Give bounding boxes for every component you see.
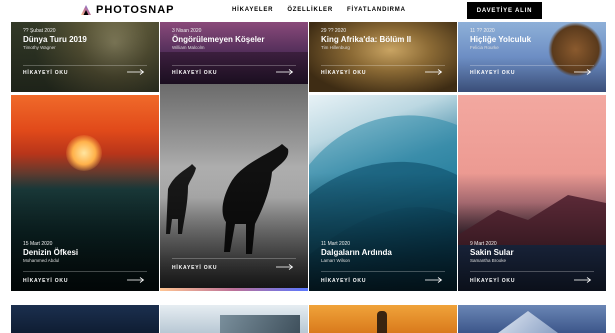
read-story-link[interactable]: HİKAYEYİ OKU: [321, 278, 366, 284]
story-meta: 11 Mart 2020 Dalgaların Ardında Lamarr W…: [321, 241, 392, 263]
card-overlay: [458, 173, 606, 291]
logo[interactable]: PHOTOSNAP: [80, 4, 174, 16]
arrow-right-icon: [276, 264, 294, 270]
nav-link-features[interactable]: ÖZELLİKLER: [287, 7, 333, 13]
read-story-link[interactable]: HİKAYEYİ OKU: [23, 70, 68, 76]
story-title: Sakin Sular: [470, 248, 514, 257]
divider: [470, 65, 594, 66]
story-meta: 3 Nisan 2020 Öngörülemeyen Köşeler Willi…: [172, 28, 264, 50]
story-author: Mohammed Abdul: [23, 258, 60, 263]
arrow-right-icon: [425, 277, 443, 283]
story-date: 11 ?? 2020: [470, 28, 495, 34]
read-story-link[interactable]: HİKAYEYİ OKU: [23, 278, 68, 284]
story-author: Tim Hillenburg: [321, 45, 350, 50]
story-card-king-africa[interactable]: 29 ?? 2020 King Afrika'da: Bölüm II Tim …: [309, 22, 457, 92]
divider: [470, 271, 594, 272]
divider: [23, 65, 147, 66]
arrow-right-icon: [425, 69, 443, 75]
story-author: Timothy Wagner: [23, 45, 56, 50]
story-date: ?? Şubat 2020: [23, 28, 56, 34]
get-invite-button[interactable]: DAVETİYE ALIN: [467, 2, 542, 19]
hover-accent-bar: [160, 288, 308, 291]
read-story-link[interactable]: HİKAYEYİ OKU: [470, 70, 515, 76]
story-title: King Afrika'da: Bölüm II: [321, 35, 412, 44]
story-meta: 9 Mart 2020 Sakin Sular Samantha Brooke: [470, 241, 514, 263]
story-card-behind-the-waves[interactable]: 11 Mart 2020 Dalgaların Ardında Lamarr W…: [309, 95, 457, 291]
divider: [172, 65, 296, 66]
card-overlay: [160, 166, 308, 291]
story-card-sea-rage[interactable]: 15 Mart 2020 Denizin Öfkesi Mohammed Abd…: [11, 95, 159, 291]
read-story-link[interactable]: HİKAYEYİ OKU: [172, 265, 217, 271]
arrow-right-icon: [574, 69, 592, 75]
story-date: 29 ?? 2020: [321, 28, 347, 34]
story-date: 3 Nisan 2020: [172, 28, 202, 34]
divider: [321, 271, 445, 272]
card-image: [377, 311, 387, 333]
story-meta: 15 Mart 2020 Denizin Öfkesi Mohammed Abd…: [23, 241, 78, 263]
arrow-right-icon: [574, 277, 592, 283]
story-meta: ?? Şubat 2020 Dünya Turu 2019 Timothy Wa…: [23, 28, 87, 50]
card-image: [498, 311, 558, 333]
read-story-link[interactable]: HİKAYEYİ OKU: [321, 70, 366, 76]
story-author: Lamarr Wilson: [321, 258, 351, 263]
divider: [23, 271, 147, 272]
story-title: Dünya Turu 2019: [23, 35, 87, 44]
story-title: Denizin Öfkesi: [23, 248, 79, 257]
story-card-next-3[interactable]: [309, 305, 457, 333]
divider: [321, 65, 445, 66]
story-author: Samantha Brooke: [470, 258, 507, 263]
logo-text: PHOTOSNAP: [96, 4, 175, 16]
sun-image: [66, 135, 102, 171]
arrow-right-icon: [127, 69, 145, 75]
story-title: Öngörülemeyen Köşeler: [172, 35, 265, 44]
card-image: [220, 315, 300, 333]
nav-link-stories[interactable]: HİKAYELER: [232, 7, 273, 13]
card-overlay: [11, 173, 159, 291]
arrow-right-icon: [276, 69, 294, 75]
story-author: Felicia Rourke: [470, 45, 499, 50]
arrow-right-icon: [127, 277, 145, 283]
story-card-next-1[interactable]: [11, 305, 159, 333]
logo-icon: [80, 4, 92, 16]
story-date: 11 Mart 2020: [321, 241, 351, 247]
story-title: Dalgaların Ardında: [321, 248, 392, 257]
story-author: William Malcolm: [172, 45, 205, 50]
nav-links: HİKAYELER ÖZELLİKLER FİYATLANDIRMA: [232, 7, 406, 13]
story-card-calm-waters[interactable]: 9 Mart 2020 Sakin Sular Samantha Brooke …: [458, 95, 606, 291]
story-meta: 29 ?? 2020 King Afrika'da: Bölüm II Tim …: [321, 28, 411, 50]
nav-link-pricing[interactable]: FİYATLANDIRMA: [347, 7, 406, 13]
story-date: 9 Mart 2020: [470, 241, 497, 247]
story-title: Hiçliğe Yolculuk: [470, 35, 532, 44]
divider: [172, 258, 296, 259]
read-story-link[interactable]: HİKAYEYİ OKU: [470, 278, 515, 284]
story-date: 15 Mart 2020: [23, 241, 53, 247]
card-overlay: [309, 173, 457, 291]
story-meta: 11 ?? 2020 Hiçliğe Yolculuk Felicia Rour…: [470, 28, 531, 50]
story-card-next-2[interactable]: [160, 305, 308, 333]
story-card-unforeseen-corners[interactable]: 3 Nisan 2020 Öngörülemeyen Köşeler Willi…: [160, 22, 308, 92]
story-card-horses[interactable]: HİKAYEYİ OKU: [160, 84, 308, 291]
read-story-link[interactable]: HİKAYEYİ OKU: [172, 70, 217, 76]
story-card-journey-into-nothing[interactable]: 11 ?? 2020 Hiçliğe Yolculuk Felicia Rour…: [458, 22, 606, 92]
story-card-world-tour[interactable]: ?? Şubat 2020 Dünya Turu 2019 Timothy Wa…: [11, 22, 159, 92]
top-navigation: PHOTOSNAP HİKAYELER ÖZELLİKLER FİYATLAND…: [0, 0, 615, 22]
story-card-next-4[interactable]: [458, 305, 606, 333]
